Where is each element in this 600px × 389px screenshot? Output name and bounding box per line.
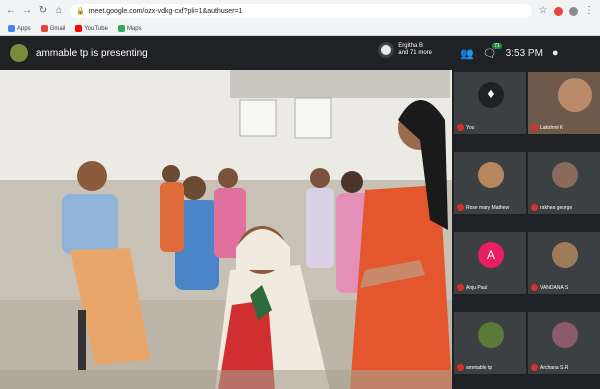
mic-off-icon — [531, 364, 538, 371]
pinned-user-avatar — [378, 42, 395, 58]
presenter-avatar — [10, 44, 28, 62]
reload-icon[interactable]: ↻ — [38, 6, 48, 16]
youtube-icon — [75, 25, 83, 32]
meet-window: ammable tp is presenting Ergitha B and 7… — [0, 36, 600, 389]
apps-icon — [8, 25, 15, 32]
mic-off-icon — [531, 124, 538, 131]
pinned-user-name: Ergitha B — [398, 43, 423, 49]
mic-off-icon — [457, 284, 464, 291]
people-icon[interactable]: 👥 — [460, 47, 474, 60]
browser-toolbar: ← → ↻ ⌂ 🔒 meet.google.com/ozx-vdkg-cxf?p… — [0, 0, 600, 22]
participant-tile[interactable]: A Anju Paul — [454, 232, 526, 294]
chat-icon[interactable]: 🗨 71 — [483, 42, 502, 60]
address-bar[interactable]: 🔒 meet.google.com/ozx-vdkg-cxf?pli=1&aut… — [70, 4, 532, 18]
logo-icon: ♦ — [487, 87, 495, 102]
participant-tile[interactable]: ♦ You — [454, 72, 526, 134]
account-icon[interactable]: ● — [552, 47, 559, 59]
mic-off-icon — [531, 204, 538, 211]
participant-letter-avatar: A — [478, 242, 504, 268]
lock-icon: 🔒 — [76, 8, 85, 15]
meet-top-controls: 👥 🗨 71 3:53 PM ● — [452, 36, 600, 70]
profile-icon[interactable] — [569, 6, 578, 16]
url-text: meet.google.com/ozx-vdkg-cxf?pli=1&authu… — [88, 7, 243, 15]
participant-photo — [552, 162, 578, 188]
avatar-letter: A — [486, 248, 495, 262]
people-count-badge: 71 — [492, 42, 502, 49]
presentation-header: ammable tp is presenting Ergitha B and 7… — [0, 36, 452, 70]
you-logo: ♦ — [478, 82, 504, 108]
participant-tile[interactable]: Lakshmi K — [528, 72, 600, 134]
bookmark-youtube[interactable]: YouTube — [75, 25, 108, 32]
participant-photo — [552, 322, 578, 348]
presenting-label: ammable tp is presenting — [36, 47, 148, 59]
back-icon[interactable]: ← — [6, 6, 16, 16]
home-icon[interactable]: ⌂ — [54, 6, 64, 16]
participant-tile[interactable]: Archana S.R — [528, 312, 600, 374]
menu-icon[interactable]: ⋮ — [584, 6, 594, 16]
mic-off-icon — [457, 364, 464, 371]
bookmark-gmail[interactable]: Gmail — [40, 25, 65, 32]
mic-off-icon — [457, 204, 464, 211]
presented-scene — [0, 70, 452, 389]
participant-tile[interactable]: rakhea george — [528, 152, 600, 214]
bookmark-maps[interactable]: Maps — [117, 25, 142, 32]
participant-photo — [552, 242, 578, 268]
participant-tile[interactable]: Rose mary Mathew — [454, 152, 526, 214]
forward-icon[interactable]: → — [22, 6, 32, 16]
participant-photo — [478, 322, 504, 348]
bookmark-apps[interactable]: Apps — [8, 25, 31, 32]
pinned-user-more: and 71 more — [398, 50, 432, 56]
extension-icon[interactable] — [554, 6, 563, 16]
participant-tile[interactable]: ammable tp — [454, 312, 526, 374]
mic-off-icon — [531, 284, 538, 291]
maps-icon — [117, 25, 125, 32]
gmail-icon — [40, 25, 48, 32]
participant-tile[interactable]: VANDANA S — [528, 232, 600, 294]
meeting-clock: 3:53 PM — [505, 47, 543, 59]
star-icon[interactable]: ☆ — [538, 6, 548, 16]
participant-grid: ♦ You Lakshmi K Rose mary Mathew rakhea … — [452, 70, 600, 389]
mic-off-icon — [457, 124, 464, 131]
presented-video — [0, 70, 452, 389]
participant-photo — [478, 162, 504, 188]
participant-video — [558, 78, 592, 112]
pinned-user[interactable]: Ergitha B and 71 more — [378, 42, 432, 58]
bookmarks-bar: Apps Gmail YouTube Maps — [0, 22, 600, 36]
